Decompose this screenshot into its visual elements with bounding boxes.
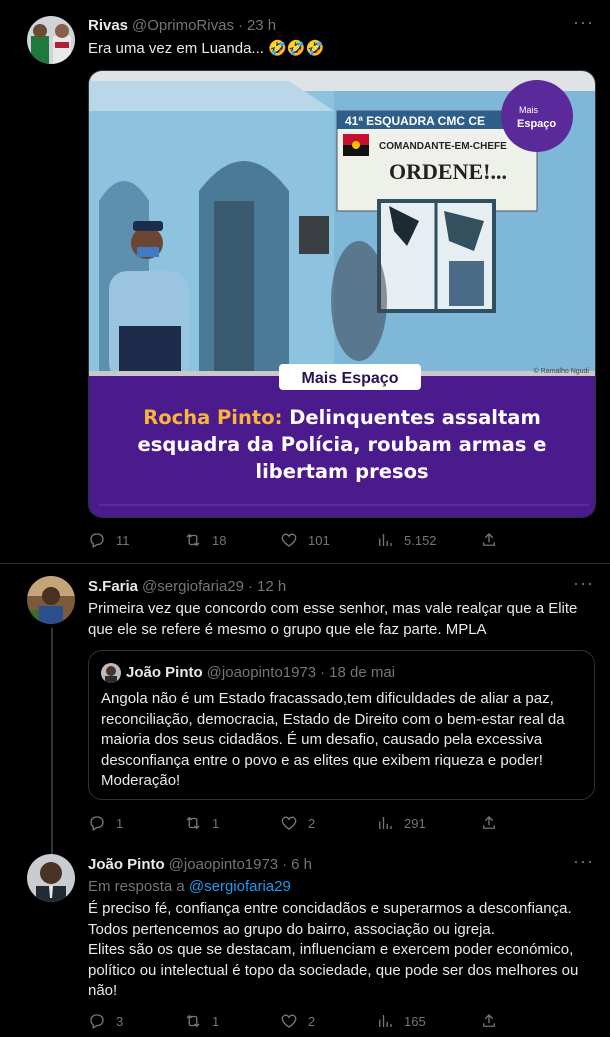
timestamp[interactable]: 6 h xyxy=(291,856,312,873)
reply-count: 1 xyxy=(116,815,124,831)
tweet-text: É preciso fé, confiança entre concidadão… xyxy=(88,900,579,999)
sign-line1-text: COMANDANTE-EM-CHEFE xyxy=(379,141,507,152)
like-button[interactable]: 2 xyxy=(280,814,376,832)
retweet-button[interactable]: 18 xyxy=(184,531,280,549)
quote-timestamp: 18 de mai xyxy=(329,664,396,681)
share-icon xyxy=(483,816,495,829)
reply-count: 11 xyxy=(116,532,130,548)
retweet-icon xyxy=(186,533,200,547)
share-icon xyxy=(483,1014,495,1027)
timestamp[interactable]: 23 h xyxy=(247,17,276,34)
views-count: 291 xyxy=(404,815,426,831)
more-icon[interactable]: ··· xyxy=(573,12,594,33)
separator: · xyxy=(320,664,326,681)
views-button[interactable]: 291 xyxy=(376,814,472,832)
retweet-button[interactable]: 1 xyxy=(184,814,280,832)
like-icon xyxy=(281,1014,297,1028)
logo-text-2: Espaço xyxy=(517,118,556,130)
logo-text-1: Mais xyxy=(519,105,539,115)
like-count: 2 xyxy=(308,815,316,831)
quoted-tweet[interactable]: João Pinto @joaopinto1973 · 18 de mai An… xyxy=(88,650,595,800)
headline-highlight: Rocha Pinto: xyxy=(143,406,283,429)
separator: · xyxy=(237,17,243,34)
share-button[interactable] xyxy=(480,814,498,832)
views-icon xyxy=(379,1015,392,1027)
author-handle[interactable]: @joaopinto1973 xyxy=(169,856,278,873)
tweet-joaopinto[interactable]: João Pinto @joaopinto1973 · 6 h ··· Em r… xyxy=(0,846,610,1037)
reply-button[interactable]: 3 xyxy=(88,1012,184,1030)
share-button[interactable] xyxy=(480,1012,498,1030)
retweet-count: 18 xyxy=(212,532,227,548)
views-icon xyxy=(379,817,392,829)
tweet-text: Primeira vez que concordo com esse senho… xyxy=(88,600,578,638)
reply-prefix: Em resposta a xyxy=(88,878,189,895)
share-icon xyxy=(483,533,495,546)
tweet-sfaria[interactable]: S.Faria @sergiofaria29 · 12 h ··· Primei… xyxy=(0,564,610,854)
views-count: 5.152 xyxy=(404,532,437,548)
author-name[interactable]: João Pinto xyxy=(88,856,165,873)
like-button[interactable]: 101 xyxy=(280,531,376,549)
views-count: 165 xyxy=(404,1013,426,1029)
views-button[interactable]: 5.152 xyxy=(376,531,472,549)
avatar[interactable] xyxy=(27,576,75,624)
reply-to-link[interactable]: @sergiofaria29 xyxy=(189,878,291,895)
more-icon[interactable]: ··· xyxy=(573,573,594,594)
views-icon xyxy=(379,534,392,546)
like-icon xyxy=(281,816,297,830)
separator: · xyxy=(282,856,288,873)
reply-icon xyxy=(90,1014,104,1029)
like-icon xyxy=(281,533,297,547)
quote-avatar xyxy=(101,663,121,683)
like-count: 101 xyxy=(308,532,330,548)
retweet-button[interactable]: 1 xyxy=(184,1012,280,1030)
avatar[interactable] xyxy=(27,16,75,64)
retweet-count: 1 xyxy=(212,1013,220,1029)
like-count: 2 xyxy=(308,1013,316,1029)
photo-credit: © Ramalho Ngudi xyxy=(534,367,590,375)
sign-line2-text: ORDENE!... xyxy=(389,159,507,184)
timestamp[interactable]: 12 h xyxy=(257,578,286,595)
retweet-icon xyxy=(186,816,200,830)
more-icon[interactable]: ··· xyxy=(573,851,594,872)
image-headline: Rocha Pinto: Delinquentes assaltam esqua… xyxy=(99,404,585,485)
quote-text: Angola não é um Estado fracassado,tem di… xyxy=(101,690,565,789)
reply-context: Em resposta a @sergiofaria29 xyxy=(88,877,593,898)
tweet-image[interactable]: 41ª ESQUADRA CMC CE COMANDANTE-EM-CHEFE … xyxy=(88,70,596,518)
reply-icon xyxy=(90,816,104,831)
views-button[interactable]: 165 xyxy=(376,1012,472,1030)
thread-line xyxy=(51,628,53,854)
reply-icon xyxy=(90,533,104,548)
reply-count: 3 xyxy=(116,1013,124,1029)
separator: · xyxy=(247,578,253,595)
quote-author-name: João Pinto xyxy=(126,664,203,681)
avatar[interactable] xyxy=(27,854,75,902)
author-handle[interactable]: @OprimoRivas xyxy=(132,17,234,34)
share-button[interactable] xyxy=(480,531,498,549)
reply-button[interactable]: 11 xyxy=(88,531,184,549)
reply-button[interactable]: 1 xyxy=(88,814,184,832)
author-name[interactable]: Rivas xyxy=(88,17,128,34)
tweet-rivas[interactable]: Rivas @OprimoRivas · 23 h ··· Era uma ve… xyxy=(0,0,610,565)
retweet-icon xyxy=(186,1014,200,1028)
caption-tag: Mais Espaço xyxy=(302,370,399,387)
quote-author-handle: @joaopinto1973 xyxy=(206,664,317,681)
tweet-text: Era uma vez em Luanda... 🤣🤣🤣 xyxy=(88,40,325,57)
like-button[interactable]: 2 xyxy=(280,1012,376,1030)
author-handle[interactable]: @sergiofaria29 xyxy=(142,578,244,595)
sign-top-text: 41ª ESQUADRA CMC CE xyxy=(345,114,485,128)
author-name[interactable]: S.Faria xyxy=(88,578,138,595)
retweet-count: 1 xyxy=(212,815,220,831)
